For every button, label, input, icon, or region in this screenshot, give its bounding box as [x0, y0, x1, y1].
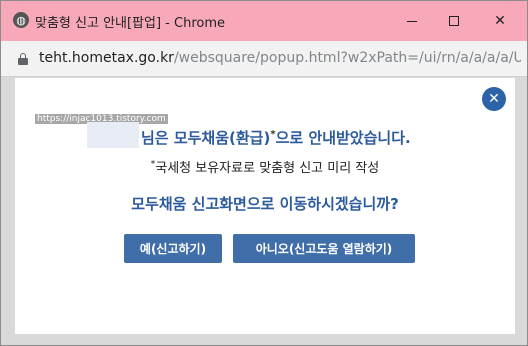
- minimize-button[interactable]: [389, 1, 435, 41]
- message-tail: 으로 안내받았습니다.: [275, 129, 411, 147]
- globe-icon: ◍: [13, 12, 29, 28]
- close-window-button[interactable]: ✕: [477, 1, 523, 41]
- window-title: 맞춤형 신고 안내[팝업] - Chrome: [35, 16, 225, 31]
- message-line: 님은 모두채움(환급)*으로 안내받았습니다.: [141, 127, 411, 148]
- url-path: /websquare/popup.html?w2xPath=/ui/rn/a/a…: [173, 50, 521, 66]
- close-icon: ✕: [494, 13, 506, 29]
- url-host: teht.hometax.go.kr: [39, 50, 174, 66]
- url-text[interactable]: teht.hometax.go.kr/websquare/popup.html?…: [39, 50, 521, 66]
- lock-icon[interactable]: [18, 53, 28, 65]
- question-text: 모두채움 신고화면으로 이동하시겠습니까?: [131, 195, 399, 213]
- redacted-name: [87, 122, 139, 148]
- popup-content: https://injac1013.tistory.com ✕ 님은 모두채움(…: [15, 78, 515, 334]
- yes-file-button[interactable]: 예(신고하기): [124, 234, 222, 263]
- note-text: 국세청 보유자료로 맞춤형 신고 미리 작성: [155, 161, 380, 176]
- maximize-button[interactable]: [431, 1, 477, 41]
- maximize-icon: [449, 16, 459, 26]
- message-text: 님은 모두채움(환급): [141, 129, 271, 147]
- minimize-icon: [407, 20, 417, 22]
- popup-close-button[interactable]: ✕: [482, 87, 506, 111]
- browser-window: ◍ 맞춤형 신고 안내[팝업] - Chrome ✕ teht.hometax.…: [0, 0, 528, 346]
- title-bar[interactable]: ◍ 맞춤형 신고 안내[팝업] - Chrome ✕: [1, 1, 527, 41]
- close-icon: ✕: [488, 91, 500, 107]
- address-bar[interactable]: teht.hometax.go.kr/websquare/popup.html?…: [1, 41, 527, 77]
- no-help-button[interactable]: 아니오(신고도움 열람하기): [233, 234, 415, 263]
- note-line: *국세청 보유자료로 맞춤형 신고 미리 작성: [15, 157, 515, 176]
